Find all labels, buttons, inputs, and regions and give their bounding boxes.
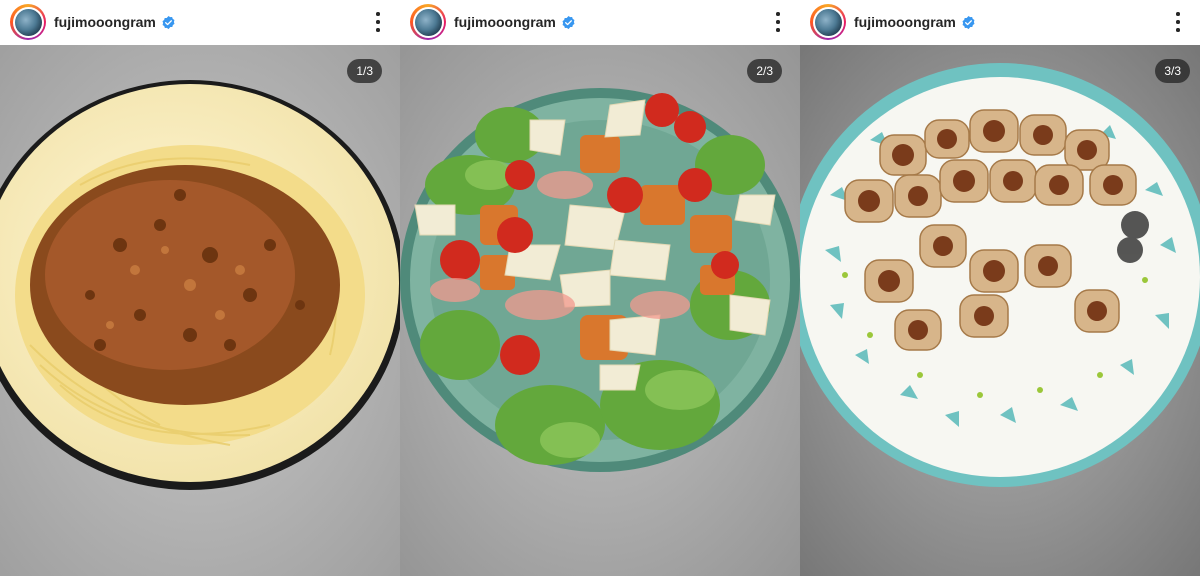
verified-badge-icon <box>962 15 975 29</box>
post-header: fujimooongram <box>800 0 1200 44</box>
post-photo-spaghetti[interactable] <box>0 45 400 576</box>
more-options-icon[interactable] <box>774 10 782 34</box>
instagram-post: fujimooongram <box>400 0 800 576</box>
instagram-post: fujimooongram <box>0 0 400 576</box>
post-header: fujimooongram <box>400 0 800 44</box>
slide-counter: 3/3 <box>1155 59 1190 83</box>
carousel-strip: fujimooongram 1/3 fujimooongram 2/3 fuji… <box>0 0 1200 576</box>
avatar-image <box>414 8 442 36</box>
profile-avatar[interactable] <box>810 4 846 40</box>
sausage-rolls-photo <box>800 45 1200 576</box>
verified-badge-icon <box>162 15 175 29</box>
more-options-icon[interactable] <box>1174 10 1182 34</box>
profile-avatar[interactable] <box>410 4 446 40</box>
post-header: fujimooongram <box>0 0 400 44</box>
spaghetti-bolognese-photo <box>0 45 400 576</box>
more-options-icon[interactable] <box>374 10 382 34</box>
post-photo-salad[interactable] <box>400 45 800 576</box>
slide-counter: 1/3 <box>347 59 382 83</box>
verified-badge-icon <box>562 15 575 29</box>
avatar-image <box>14 8 42 36</box>
post-photo-sausage-rolls[interactable] <box>800 45 1200 576</box>
username-link[interactable]: fujimooongram <box>54 14 156 30</box>
username-link[interactable]: fujimooongram <box>454 14 556 30</box>
avatar-image <box>814 8 842 36</box>
avatar-ring <box>812 6 844 38</box>
avatar-ring <box>412 6 444 38</box>
avatar-ring <box>12 6 44 38</box>
profile-avatar[interactable] <box>10 4 46 40</box>
salad-plate-photo <box>400 45 800 576</box>
instagram-post: fujimooongram <box>800 0 1200 576</box>
slide-counter: 2/3 <box>747 59 782 83</box>
username-link[interactable]: fujimooongram <box>854 14 956 30</box>
